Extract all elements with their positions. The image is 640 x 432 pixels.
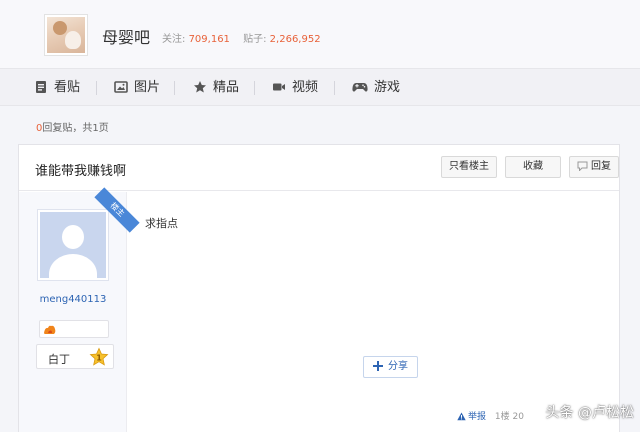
- nav-divider: [174, 81, 175, 95]
- forum-nav: 看贴 图片 精品 视频 游戏: [0, 68, 640, 106]
- comment-icon: [577, 161, 588, 172]
- level-star-icon: 1: [89, 347, 109, 366]
- floor-number: 1楼: [494, 412, 510, 422]
- forum-avatar[interactable]: [44, 14, 88, 56]
- document-icon: [36, 81, 46, 93]
- nav-item-featured[interactable]: 精品: [193, 69, 239, 107]
- nav-item-images[interactable]: 图片: [114, 69, 160, 107]
- post-footer: 举报 1楼 20: [457, 409, 524, 422]
- only-op-button[interactable]: 只看楼主: [441, 156, 497, 178]
- plus-icon: [373, 361, 383, 371]
- nav-divider: [254, 81, 255, 95]
- nav-label: 精品: [213, 80, 240, 95]
- username[interactable]: meng440113: [19, 294, 127, 305]
- level-number: 1: [96, 354, 102, 363]
- nav-label: 视频: [292, 80, 319, 95]
- reply-button[interactable]: 回复: [569, 156, 619, 178]
- forum-name[interactable]: 母婴吧: [102, 24, 150, 48]
- post-date: 20: [512, 412, 524, 422]
- post-panel: 谁能带我赚钱啊 只看楼主 收藏 回复 楼主 meng440113 白丁 1 求指…: [18, 144, 620, 432]
- author-column: 楼主 meng440113 白丁 1: [19, 187, 140, 432]
- nav-divider: [334, 81, 335, 95]
- reply-button-label: 回复: [591, 161, 611, 172]
- favorite-button[interactable]: 收藏: [505, 156, 561, 178]
- nav-label: 图片: [134, 80, 161, 95]
- post-title: 谁能带我赚钱啊: [35, 164, 127, 179]
- follow-label: 关注:: [162, 34, 186, 45]
- nav-divider: [96, 81, 97, 95]
- share-button[interactable]: 分享: [363, 356, 418, 378]
- nav-item-videos[interactable]: 视频: [272, 69, 318, 107]
- video-icon: [273, 83, 285, 91]
- star-icon: [194, 81, 206, 93]
- posts-count: 2,266,952: [269, 34, 321, 45]
- image-icon: [114, 81, 128, 93]
- nav-item-games[interactable]: 游戏: [352, 69, 400, 107]
- default-avatar-icon: [40, 212, 106, 278]
- gamepad-icon: [352, 83, 368, 92]
- rank-label: 白丁: [48, 353, 70, 366]
- warning-icon: [457, 412, 466, 421]
- flame-badge-icon[interactable]: [43, 324, 57, 335]
- follow-count: 709,161: [188, 34, 230, 45]
- nav-label: 看贴: [54, 80, 81, 95]
- share-label: 分享: [388, 361, 408, 372]
- forum-avatar-image: [47, 17, 85, 53]
- forum-header: 母婴吧 关注: 709,161 贴子: 2,266,952: [0, 0, 640, 68]
- reply-info: 0回复贴，共1页: [36, 119, 109, 134]
- user-badge-box: [39, 320, 109, 338]
- nav-label: 游戏: [374, 80, 401, 95]
- avatar[interactable]: [37, 209, 109, 281]
- report-link[interactable]: 举报: [457, 412, 486, 422]
- nav-item-posts[interactable]: 看贴: [34, 69, 80, 107]
- posts-label: 贴子:: [243, 34, 267, 45]
- report-label: 举报: [468, 412, 487, 422]
- user-rank: 白丁 1: [36, 344, 114, 369]
- forum-stats: 关注: 709,161 贴子: 2,266,952: [162, 30, 331, 45]
- post-content: 求指点: [145, 217, 178, 230]
- post-title-bar: 谁能带我赚钱啊 只看楼主 收藏 回复: [19, 145, 619, 191]
- reply-info-text: 回复贴，共1页: [42, 123, 109, 134]
- watermark: 头条 @卢松松: [545, 405, 634, 421]
